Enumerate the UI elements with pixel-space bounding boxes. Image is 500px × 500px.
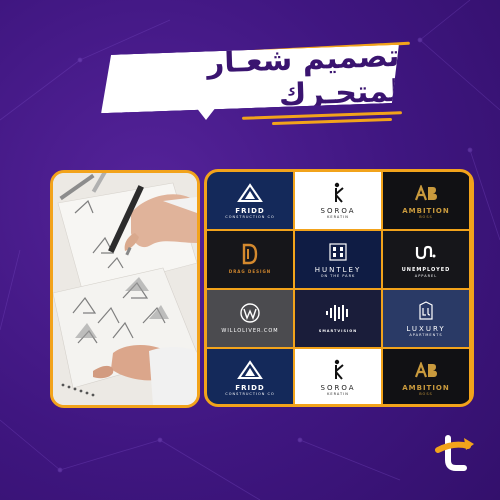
logo-subtitle: ON THE PARK bbox=[320, 273, 356, 278]
logo-tile: LUXURY APARTMENTS bbox=[383, 290, 469, 347]
logo-tile: AMBITION BOSS bbox=[383, 349, 469, 404]
logo-name: FRIDD bbox=[235, 206, 265, 215]
ab-monogram-icon bbox=[414, 359, 438, 381]
w-circle-icon bbox=[239, 302, 261, 324]
d-monogram-icon bbox=[241, 243, 259, 265]
logo-tile: SOROA KERATIN bbox=[295, 172, 381, 229]
logo-name: AMBITION bbox=[402, 383, 450, 392]
logo-tile: DRAG DESIGN bbox=[207, 231, 293, 288]
logo-subtitle: BOSS bbox=[419, 214, 433, 219]
logo-tile: SMARTVISION bbox=[295, 290, 381, 347]
logo-subtitle: CONSTRUCTION CO bbox=[225, 391, 275, 396]
u-wave-icon bbox=[415, 241, 437, 263]
logo-tile: SOROA KERATIN bbox=[295, 349, 381, 404]
logo-tile: FRIDD CONSTRUCTION CO bbox=[207, 172, 293, 229]
ab-monogram-icon bbox=[414, 182, 438, 204]
logo-tile: AMBITION BOSS bbox=[383, 172, 469, 229]
logo-name: WILLOLIVER.COM bbox=[221, 328, 279, 334]
figure-k-icon bbox=[329, 359, 347, 381]
banner-title: تصميم شعـار لمتجـرك bbox=[206, 38, 402, 113]
logo-subtitle: KERATIN bbox=[327, 214, 349, 219]
logo-grid: FRIDD CONSTRUCTION CO SOROA KERATIN AMBI… bbox=[207, 172, 469, 404]
logo-tile: UNEMPLOYED APPAREL bbox=[383, 231, 469, 288]
logo-subtitle: KERATIN bbox=[327, 391, 349, 396]
sketch-photo bbox=[50, 170, 200, 408]
logo-name: UNEMPLOYED bbox=[401, 266, 451, 273]
logo-name: LUXURY bbox=[406, 324, 446, 333]
title-banner: تصميم شعـار لمتجـرك bbox=[92, 42, 412, 126]
logo-name: HUNTLEY bbox=[314, 265, 362, 274]
brand-t-icon bbox=[435, 435, 474, 471]
logo-showcase: FRIDD CONSTRUCTION CO SOROA KERATIN AMBI… bbox=[204, 169, 474, 407]
logo-name: FRIDD bbox=[235, 383, 265, 392]
banner-panel: تصميم شعـار لمتجـرك bbox=[99, 45, 401, 113]
logo-subtitle: CONSTRUCTION CO bbox=[225, 214, 275, 219]
triangle-mountain-icon bbox=[237, 182, 263, 204]
logo-name: SOROA bbox=[320, 383, 356, 392]
logo-tile: FRIDD CONSTRUCTION CO bbox=[207, 349, 293, 404]
logo-name: SMARTVISION bbox=[318, 329, 358, 333]
lu-crest-icon bbox=[417, 300, 435, 322]
logo-subtitle: APPAREL bbox=[414, 273, 438, 278]
triangle-mountain-icon bbox=[237, 359, 263, 381]
logo-name: AMBITION bbox=[402, 206, 450, 215]
logo-name: SOROA bbox=[320, 206, 356, 215]
logo-subtitle: APARTMENTS bbox=[409, 332, 443, 337]
figure-k-icon bbox=[329, 182, 347, 204]
logo-name: DRAG DESIGN bbox=[228, 269, 272, 274]
building-crest-icon bbox=[328, 241, 348, 263]
sketch-illustration bbox=[53, 173, 197, 405]
logo-subtitle: BOSS bbox=[419, 391, 433, 396]
waveform-icon bbox=[324, 302, 352, 324]
poster: تصميم شعـار لمتجـرك FRIDD CONSTRUCTION C… bbox=[0, 0, 500, 500]
logo-tile: HUNTLEY ON THE PARK bbox=[295, 231, 381, 288]
logo-tile: WILLOLIVER.COM bbox=[207, 290, 293, 347]
